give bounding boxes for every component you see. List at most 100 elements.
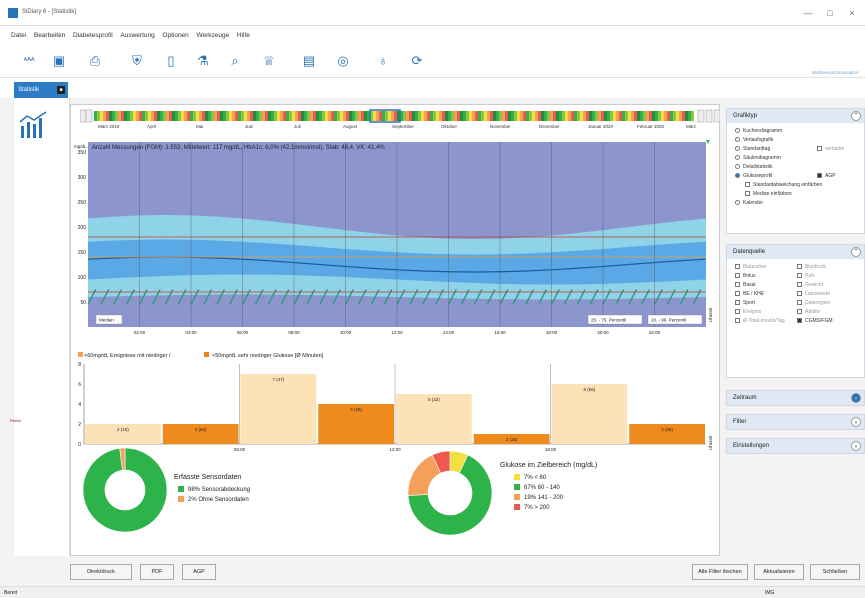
- source-total-insulin[interactable]: Ø-Total-Insulin/Tag CGMS/FGM: [727, 317, 864, 326]
- timeline-day-cell: [286, 111, 289, 121]
- source-be-khe[interactable]: BE / KHE Laborwerte: [727, 290, 864, 299]
- tab-close-icon[interactable]: ■: [57, 86, 65, 94]
- timeline-day-cell: [175, 111, 178, 121]
- option-verlaufsgrafik[interactable]: Verlaufsgrafik: [727, 136, 864, 145]
- tab-statistik[interactable]: Statistik ■: [14, 82, 68, 98]
- menu-diabetesprofil[interactable]: Diabetesprofil: [70, 26, 116, 46]
- pdf-button[interactable]: PDF: [140, 564, 174, 580]
- source-puls[interactable]: Puls: [797, 272, 815, 281]
- timeline-prev-button[interactable]: [85, 109, 93, 123]
- agp-button[interactable]: AGP: [182, 564, 216, 580]
- option-saeulendiagramm[interactable]: Säulendiagramm: [727, 154, 864, 163]
- phone-icon[interactable]: ▯: [162, 52, 180, 70]
- timeline-day-cell: [307, 111, 310, 121]
- statistics-icon[interactable]: ▤: [300, 52, 318, 70]
- checkbox-label: AGP: [825, 173, 836, 179]
- collapse-up-icon[interactable]: ⌃: [851, 247, 861, 257]
- source-basal[interactable]: Basal Gewicht: [727, 281, 864, 290]
- timeline-month-label: März: [686, 124, 697, 129]
- expand-down-icon[interactable]: ⌄: [851, 393, 861, 403]
- source-gewicht[interactable]: Gewicht: [797, 281, 823, 290]
- timeline-day-cell: [139, 111, 142, 121]
- menu-werkzeuge[interactable]: Werkzeuge: [193, 26, 232, 46]
- menu-bearbeiten[interactable]: Bearbeiten: [31, 26, 68, 46]
- font-size-icon[interactable]: ᴬᴬᴬ: [20, 52, 38, 70]
- timeline-day-cell: [100, 111, 103, 121]
- panel-datenquelle-header[interactable]: Datenquelle ⌃: [727, 245, 864, 259]
- source-additiv[interactable]: Additiv: [797, 308, 820, 317]
- doctor-icon[interactable]: ⛨: [128, 52, 146, 70]
- menu-datei[interactable]: Datei: [8, 26, 29, 46]
- panel-zeitraum-header[interactable]: Zeitraum ⌄: [727, 391, 864, 405]
- close-button[interactable]: ×: [842, 6, 862, 20]
- timeline-day-cell: [622, 111, 625, 121]
- legend-swatch: [178, 486, 184, 493]
- clear-filters-button[interactable]: Alle Filter löschen: [692, 564, 748, 580]
- checkbox-label: Blutzucker: [743, 264, 767, 270]
- source-laborwerte[interactable]: Laborwerte: [797, 290, 830, 299]
- panel-einstellungen[interactable]: Einstellungen ⌄: [726, 438, 865, 454]
- timeline-day-cell: [253, 111, 256, 121]
- option-detailstatistik[interactable]: Detailstatistik: [727, 163, 864, 172]
- search-icon[interactable]: ⌕: [226, 52, 244, 70]
- minimize-button[interactable]: —: [798, 6, 818, 20]
- timeline-day-cell: [223, 111, 226, 121]
- source-sport[interactable]: Sport Datentypen: [727, 299, 864, 308]
- collapse-up-icon[interactable]: ⌃: [851, 111, 861, 121]
- timeline-day-cell: [580, 111, 583, 121]
- panel-filter[interactable]: Filter ⌄: [726, 414, 865, 430]
- menu-auswertung[interactable]: Auswertung: [117, 26, 157, 46]
- source-datentypen[interactable]: Datentypen: [797, 299, 831, 308]
- direktdruck-button[interactable]: Direktdruck: [70, 564, 132, 580]
- timeline-first-button[interactable]: [80, 109, 87, 123]
- close-dialog-button[interactable]: Schließen: [810, 564, 860, 580]
- median-checkbox[interactable]: Median einfärben: [727, 190, 864, 199]
- agp-checkbox[interactable]: AGP: [817, 172, 836, 181]
- left-panel: Rbeal: [10, 98, 70, 556]
- panel-grafiktyp-header[interactable]: Grafiktyp ⌃: [727, 109, 864, 123]
- timeline-next-button[interactable]: [697, 109, 705, 123]
- expand-down-icon[interactable]: ⌄: [851, 441, 861, 451]
- option-label: Verlaufsgrafik: [743, 137, 774, 143]
- timeline-day-cell: [148, 111, 151, 121]
- timeline-day-cell: [199, 111, 202, 121]
- option-kalender[interactable]: Kalender: [727, 199, 864, 208]
- timeline-day-cell: [280, 111, 283, 121]
- statistics-chart-icon[interactable]: [18, 110, 50, 140]
- checkbox-label: Puls: [805, 273, 815, 279]
- std-deviation-checkbox[interactable]: Standardabweichung einfärben: [727, 181, 864, 190]
- zoom-chart-icon[interactable]: ◎: [334, 52, 352, 70]
- web-sync-link[interactable]: Webtexsynchronisation: [812, 70, 858, 75]
- expand-down-icon[interactable]: ⌄: [851, 417, 861, 427]
- source-blutzucker[interactable]: Blutzucker Blutdruck: [727, 263, 864, 272]
- timeline-day-cell: [610, 111, 613, 121]
- status-right-text: IMG: [765, 590, 775, 596]
- sync-icon[interactable]: ⟳: [408, 52, 426, 70]
- panel-filter-header[interactable]: Filter ⌄: [727, 415, 864, 429]
- trophy-icon[interactable]: ♕: [260, 52, 278, 70]
- menu-hilfe[interactable]: Hilfe: [234, 26, 253, 46]
- source-bolus[interactable]: Bolus Puls: [727, 272, 864, 281]
- option-kuchendiagramm[interactable]: Kuchendiagramm: [727, 127, 864, 136]
- source-blutdruck[interactable]: Blutdruck: [797, 263, 826, 272]
- panel-einstellungen-header[interactable]: Einstellungen ⌄: [727, 439, 864, 453]
- source-cgms-fgm[interactable]: CGMS/FGM: [797, 317, 833, 326]
- id-card-icon[interactable]: ▣: [50, 52, 68, 70]
- print-icon[interactable]: ⎙: [86, 52, 104, 70]
- timeline-day-cell: [259, 111, 262, 121]
- timeline-last-button[interactable]: [705, 109, 713, 123]
- timeline-scroll-button[interactable]: [713, 109, 720, 123]
- menu-optionen[interactable]: Optionen: [159, 26, 191, 46]
- checkbox-label: verbatim: [825, 146, 845, 152]
- agp-x-tick-label: 02:00: [134, 330, 146, 335]
- apple-icon[interactable]: ♁: [374, 52, 392, 70]
- maximize-button[interactable]: □: [820, 6, 840, 20]
- refresh-button[interactable]: Aktualisieren: [754, 564, 804, 580]
- verbatim-checkbox[interactable]: verbatim: [817, 145, 844, 154]
- panel-zeitraum[interactable]: Zeitraum ⌄: [726, 390, 865, 406]
- option-glukoseprofil[interactable]: Glukoseprofil AGP: [727, 172, 864, 181]
- timeline-bar[interactable]: März 2019 April Mai Juni Juli August September…: [80, 108, 720, 130]
- flask-icon[interactable]: ⚗: [194, 52, 212, 70]
- option-standardtag[interactable]: Standardtag verbatim: [727, 145, 864, 154]
- source-ereignis[interactable]: Ereignis Additiv: [727, 308, 864, 317]
